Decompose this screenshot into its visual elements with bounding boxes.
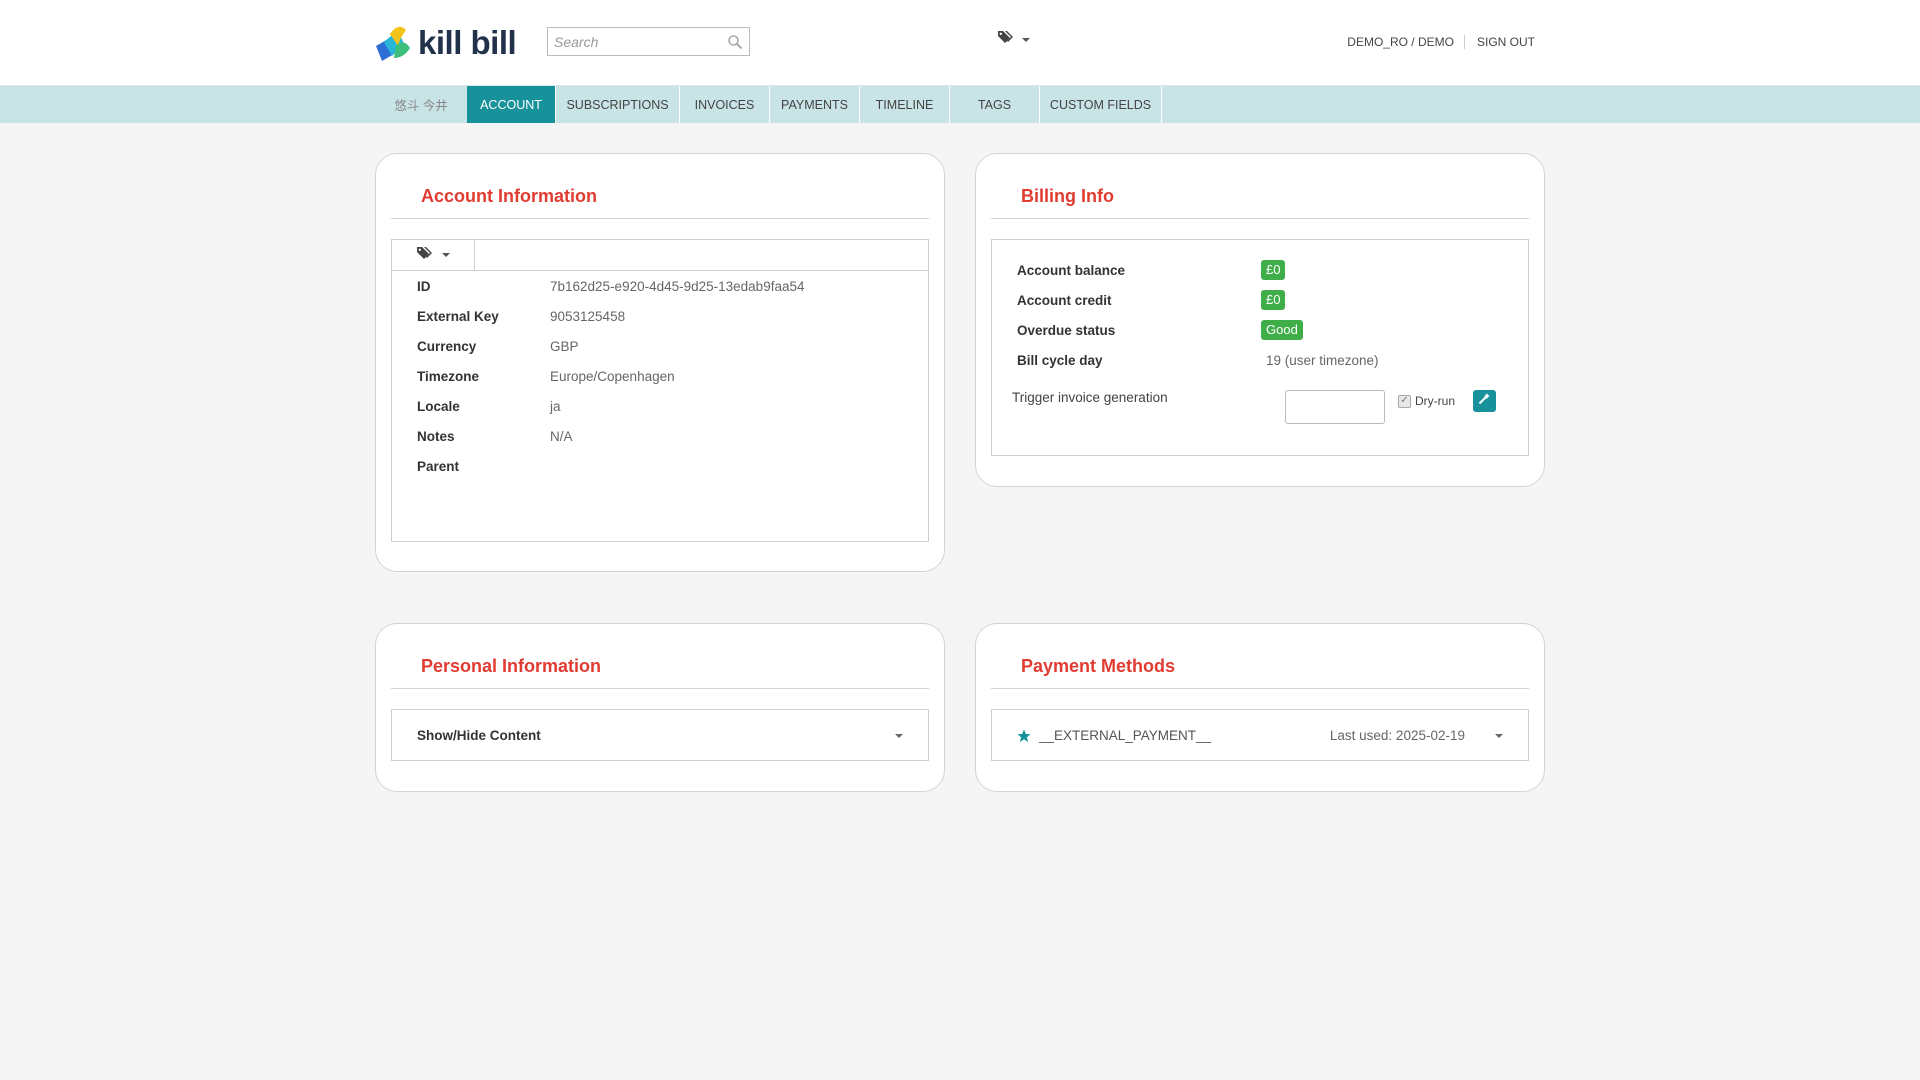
- divider: [391, 218, 929, 219]
- payment-method-name: __EXTERNAL_PAYMENT__: [1039, 728, 1212, 743]
- show-hide-content-toggle[interactable]: Show/Hide Content: [392, 710, 928, 761]
- dry-run-checkbox-group[interactable]: ✓ Dry-run: [1398, 394, 1455, 408]
- bill-cycle-day-label: Bill cycle day: [1017, 352, 1103, 368]
- overdue-status-badge: Good: [1261, 320, 1303, 340]
- chevron-down-icon: [1022, 37, 1030, 42]
- personal-info-box: Show/Hide Content: [391, 709, 929, 761]
- divider: [391, 688, 929, 689]
- dry-run-checkbox[interactable]: ✓: [1398, 394, 1411, 408]
- payment-method-last-used: Last used: 2025-02-19: [1329, 728, 1465, 743]
- field-row-external-key: External Key 9053125458: [417, 301, 908, 331]
- toggle-label: Show/Hide Content: [417, 728, 541, 743]
- account-balance-row: Account balance £0: [1017, 258, 1286, 282]
- personal-information-panel: Personal Information Show/Hide Content: [375, 623, 945, 792]
- user-links: DEMO_RO / DEMO SIGN OUT: [1347, 35, 1535, 49]
- payment-method-row[interactable]: __EXTERNAL_PAYMENT__ Last used: 2025-02-…: [992, 710, 1528, 761]
- field-label: External Key: [417, 308, 499, 324]
- tab-invoices[interactable]: INVOICES: [680, 86, 770, 123]
- dry-run-label: Dry-run: [1415, 394, 1456, 408]
- wand-icon: [1478, 392, 1491, 410]
- field-row-currency: Currency GBP: [417, 331, 908, 361]
- billing-info-panel: Billing Info Account balance £0 Account …: [975, 153, 1545, 487]
- logo-text: kill bill: [418, 24, 517, 61]
- top-header: kill bill DEMO_RO / DEMO SIGN OUT: [0, 0, 1920, 86]
- divider: [991, 218, 1529, 219]
- field-label: Currency: [417, 338, 477, 354]
- field-row-locale: Locale ja: [417, 391, 908, 421]
- chevron-down-icon: [895, 734, 903, 738]
- account-details-box: ID 7b162d25-e920-4d45-9d25-13edab9faa54 …: [391, 239, 929, 542]
- field-label: Timezone: [417, 368, 480, 384]
- field-value: GBP: [550, 338, 579, 354]
- account-information-panel: Account Information ID 7b162d25-e920-4d4…: [375, 153, 945, 572]
- account-credit-badge: £0: [1261, 290, 1286, 310]
- field-value: N/A: [550, 428, 573, 444]
- payment-methods-panel: Payment Methods __EXTERNAL_PAYMENT__ Las…: [975, 623, 1545, 792]
- tab-custom-fields[interactable]: CUSTOM FIELDS: [1040, 86, 1162, 123]
- field-row-timezone: Timezone Europe/Copenhagen: [417, 361, 908, 391]
- panel-title: Billing Info: [1021, 186, 1114, 206]
- field-value: 7b162d25-e920-4d45-9d25-13edab9faa54: [550, 278, 805, 294]
- chevron-down-icon: [441, 253, 450, 257]
- field-label: Parent: [417, 458, 460, 474]
- panel-title: Account Information: [421, 186, 597, 206]
- field-label: Notes: [417, 428, 455, 444]
- billing-details-box: Account balance £0 Account credit £0 Ove…: [991, 239, 1529, 456]
- tab-timeline[interactable]: TIMELINE: [860, 86, 950, 123]
- search-input[interactable]: [548, 28, 749, 55]
- account-balance-badge: £0: [1261, 260, 1286, 280]
- tab-subscriptions[interactable]: SUBSCRIPTIONS: [556, 86, 680, 123]
- search-box[interactable]: [547, 27, 750, 56]
- account-nav: 悠斗 今井 ACCOUNT SUBSCRIPTIONS INVOICES PAY…: [0, 86, 1920, 123]
- panel-title: Personal Information: [421, 656, 602, 676]
- field-row-notes: Notes N/A: [417, 421, 908, 451]
- trigger-invoice-button[interactable]: [1473, 390, 1496, 412]
- overdue-status-row: Overdue status Good: [1017, 318, 1303, 342]
- user-account-link[interactable]: DEMO_RO / DEMO: [1347, 35, 1454, 49]
- trigger-invoice-date-input[interactable]: [1285, 390, 1385, 424]
- kill-bill-logo[interactable]: kill bill: [374, 24, 517, 62]
- field-row-id: ID 7b162d25-e920-4d45-9d25-13edab9faa54: [417, 271, 908, 301]
- kill-bill-logo-icon: [376, 26, 410, 61]
- field-label: ID: [417, 278, 431, 294]
- trigger-invoice-label: Trigger invoice generation: [1012, 390, 1168, 405]
- account-credit-row: Account credit £0: [1017, 288, 1286, 312]
- divider: [991, 688, 1529, 689]
- field-value: 9053125458: [550, 308, 626, 324]
- bill-cycle-day-row: Bill cycle day 19 (user timezone): [1017, 348, 1379, 372]
- field-label: Locale: [417, 398, 460, 414]
- tags-dropdown[interactable]: [998, 30, 1030, 49]
- tab-tags[interactable]: TAGS: [950, 86, 1040, 123]
- field-value: Europe/Copenhagen: [550, 368, 675, 384]
- divider: [1463, 35, 1465, 49]
- payment-method-box: __EXTERNAL_PAYMENT__ Last used: 2025-02-…: [991, 709, 1529, 761]
- chevron-down-icon: [1495, 734, 1503, 738]
- overdue-status-label: Overdue status: [1017, 322, 1116, 338]
- search-icon[interactable]: [727, 34, 743, 55]
- account-balance-label: Account balance: [1017, 262, 1126, 278]
- tag-toolbar: [392, 240, 928, 271]
- tags-dropdown-button[interactable]: [392, 240, 475, 270]
- field-value: ja: [550, 398, 561, 414]
- tab-account[interactable]: ACCOUNT: [467, 86, 556, 123]
- panel-title: Payment Methods: [1021, 656, 1176, 676]
- tags-icon: [998, 30, 1016, 49]
- tab-payments[interactable]: PAYMENTS: [770, 86, 860, 123]
- account-credit-label: Account credit: [1017, 292, 1112, 308]
- tags-icon: [416, 246, 435, 265]
- bill-cycle-day-value: 19 (user timezone): [1266, 352, 1379, 368]
- account-fields: ID 7b162d25-e920-4d45-9d25-13edab9faa54 …: [417, 271, 908, 481]
- star-icon: [1017, 729, 1031, 743]
- field-row-parent: Parent: [417, 451, 908, 481]
- tab-account-name[interactable]: 悠斗 今井: [375, 86, 467, 123]
- sign-out-link[interactable]: SIGN OUT: [1477, 35, 1535, 49]
